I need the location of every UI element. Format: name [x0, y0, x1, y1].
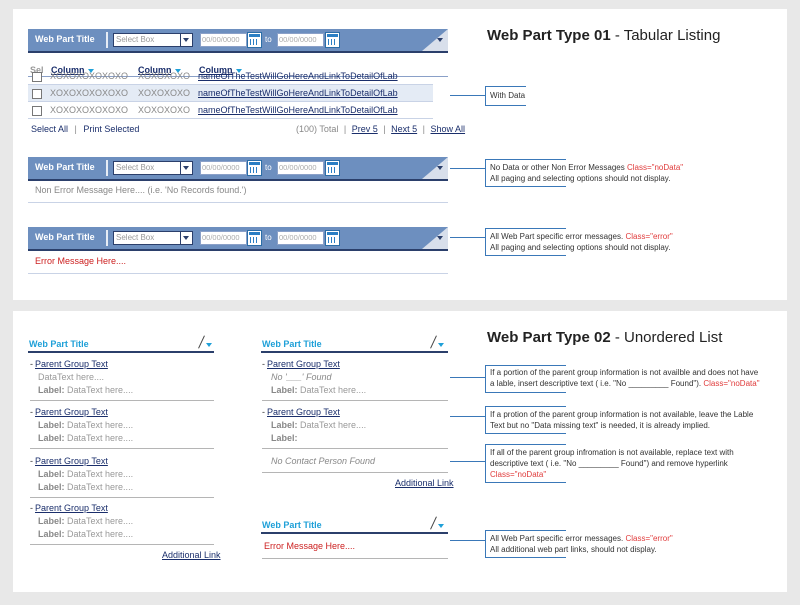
note-partial-with-label: If a protion of the parent group informa… — [490, 410, 754, 430]
additional-link[interactable]: Additional Link — [395, 478, 454, 488]
unordered-list-panel: Web Part Type 02 - Unordered List Web Pa… — [13, 311, 787, 592]
web-part-header-bar: Web Part Title Select Box 00/00/0000 to … — [28, 29, 448, 51]
calendar-icon[interactable] — [325, 32, 340, 48]
row-checkbox[interactable] — [32, 72, 42, 82]
type01-heading: Web Part Type 01 - Tabular Listing — [487, 27, 721, 44]
list-item: - Parent Group Text — [262, 407, 340, 417]
note-partial-no-label: If a portion of the parent group informa… — [490, 368, 760, 388]
table-footer-paging: (100) Total | Prev 5 | Next 5 | Show All — [296, 124, 466, 134]
no-found-text: No '___' Found — [271, 372, 332, 382]
detail-link[interactable]: nameOfTheTestWillGoHereAndLinkToDetailOf… — [198, 71, 398, 81]
note-nodata: No Data or other Non Error Messages Clas… — [490, 163, 684, 183]
chevron-down-icon[interactable] — [180, 34, 192, 46]
list-item: - Parent Group Text — [30, 456, 108, 466]
calendar-icon[interactable] — [247, 32, 262, 48]
prev-link[interactable]: Prev 5 — [352, 124, 378, 134]
calendar-icon[interactable] — [247, 230, 262, 246]
date-from-input[interactable]: 00/00/0000 — [200, 161, 247, 175]
list-item: - Parent Group Text — [262, 359, 340, 369]
tabular-listing-panel: Web Part Type 01 - Tabular Listing Web P… — [13, 9, 787, 300]
parent-group-link[interactable]: Parent Group Text — [35, 456, 108, 466]
show-all-link[interactable]: Show All — [431, 124, 466, 134]
date-to-input[interactable]: 00/00/0000 — [277, 231, 324, 245]
chevron-down-icon[interactable] — [438, 524, 444, 528]
web-part-title: Web Part Title — [262, 339, 322, 349]
date-from-input[interactable]: 00/00/0000 — [200, 231, 247, 245]
to-label: to — [265, 35, 272, 44]
type02-heading: Web Part Type 02 - Unordered List — [487, 329, 723, 346]
date-to-input[interactable]: 00/00/0000 — [277, 33, 324, 47]
calendar-icon[interactable] — [325, 160, 340, 176]
select-all-link[interactable]: Select All — [31, 124, 68, 134]
date-to-input[interactable]: 00/00/0000 — [277, 161, 324, 175]
table-row: XOXOXOXOXOXO XOXOXOXO nameOfTheTestWillG… — [28, 102, 433, 119]
no-contact-text: No Contact Person Found — [271, 456, 376, 466]
note-all-missing: If all of the parent group infromation i… — [490, 448, 734, 479]
table-row: XOXOXOXOXOXO XOXOXOXO nameOfTheTestWillG… — [28, 68, 433, 85]
chevron-down-icon[interactable] — [438, 343, 444, 347]
additional-link[interactable]: Additional Link — [162, 550, 221, 560]
detail-link[interactable]: nameOfTheTestWillGoHereAndLinkToDetailOf… — [198, 88, 398, 98]
parent-group-link[interactable]: Parent Group Text — [35, 407, 108, 417]
calendar-icon[interactable] — [247, 160, 262, 176]
detail-link[interactable]: nameOfTheTestWillGoHereAndLinkToDetailOf… — [198, 105, 398, 115]
nodata-message: Non Error Message Here.... (i.e. 'No Rec… — [35, 185, 247, 195]
note-with-data: With Data — [490, 91, 526, 100]
web-part-title: Web Part Title — [262, 520, 322, 530]
chevron-down-icon[interactable] — [180, 232, 192, 244]
web-part-header-bar: Web Part Title Select Box 00/00/0000 to … — [28, 227, 448, 249]
parent-group-link[interactable]: Parent Group Text — [35, 359, 108, 369]
parent-group-link[interactable]: Parent Group Text — [267, 359, 340, 369]
chevron-down-icon[interactable] — [206, 343, 212, 347]
web-part-header-bar: Web Part Title Select Box 00/00/0000 to … — [28, 157, 448, 179]
list-item: - Parent Group Text — [30, 359, 108, 369]
list-item: - Parent Group Text — [30, 407, 108, 417]
menu-dropdown-icon[interactable] — [437, 166, 443, 170]
list-item: - Parent Group Text — [30, 503, 108, 513]
note-list-error: All Web Part specific error messages. Cl… — [490, 534, 673, 554]
error-message: Error Message Here.... — [35, 256, 127, 266]
web-part-title: Web Part Title — [29, 339, 89, 349]
parent-group-link[interactable]: Parent Group Text — [35, 503, 108, 513]
select-box[interactable]: Select Box — [113, 231, 193, 245]
row-checkbox[interactable] — [32, 89, 42, 99]
calendar-icon[interactable] — [325, 230, 340, 246]
menu-dropdown-icon[interactable] — [437, 38, 443, 42]
total-count: (100) Total — [296, 124, 339, 134]
table-footer-left: Select All | Print Selected — [31, 124, 140, 134]
note-error: All Web Part specific error messages. Cl… — [490, 232, 673, 252]
select-box[interactable]: Select Box — [113, 33, 193, 47]
table-row: XOXOXOXOXOXO XOXOXOXO nameOfTheTestWillG… — [28, 85, 433, 102]
parent-group-link[interactable]: Parent Group Text — [267, 407, 340, 417]
menu-dropdown-icon[interactable] — [437, 236, 443, 240]
next-link[interactable]: Next 5 — [391, 124, 417, 134]
chevron-down-icon[interactable] — [180, 162, 192, 174]
error-message: Error Message Here.... — [264, 541, 356, 551]
select-box[interactable]: Select Box — [113, 161, 193, 175]
print-selected-link[interactable]: Print Selected — [83, 124, 139, 134]
row-checkbox[interactable] — [32, 106, 42, 116]
web-part-title: Web Part Title — [35, 34, 95, 44]
date-from-input[interactable]: 00/00/0000 — [200, 33, 247, 47]
